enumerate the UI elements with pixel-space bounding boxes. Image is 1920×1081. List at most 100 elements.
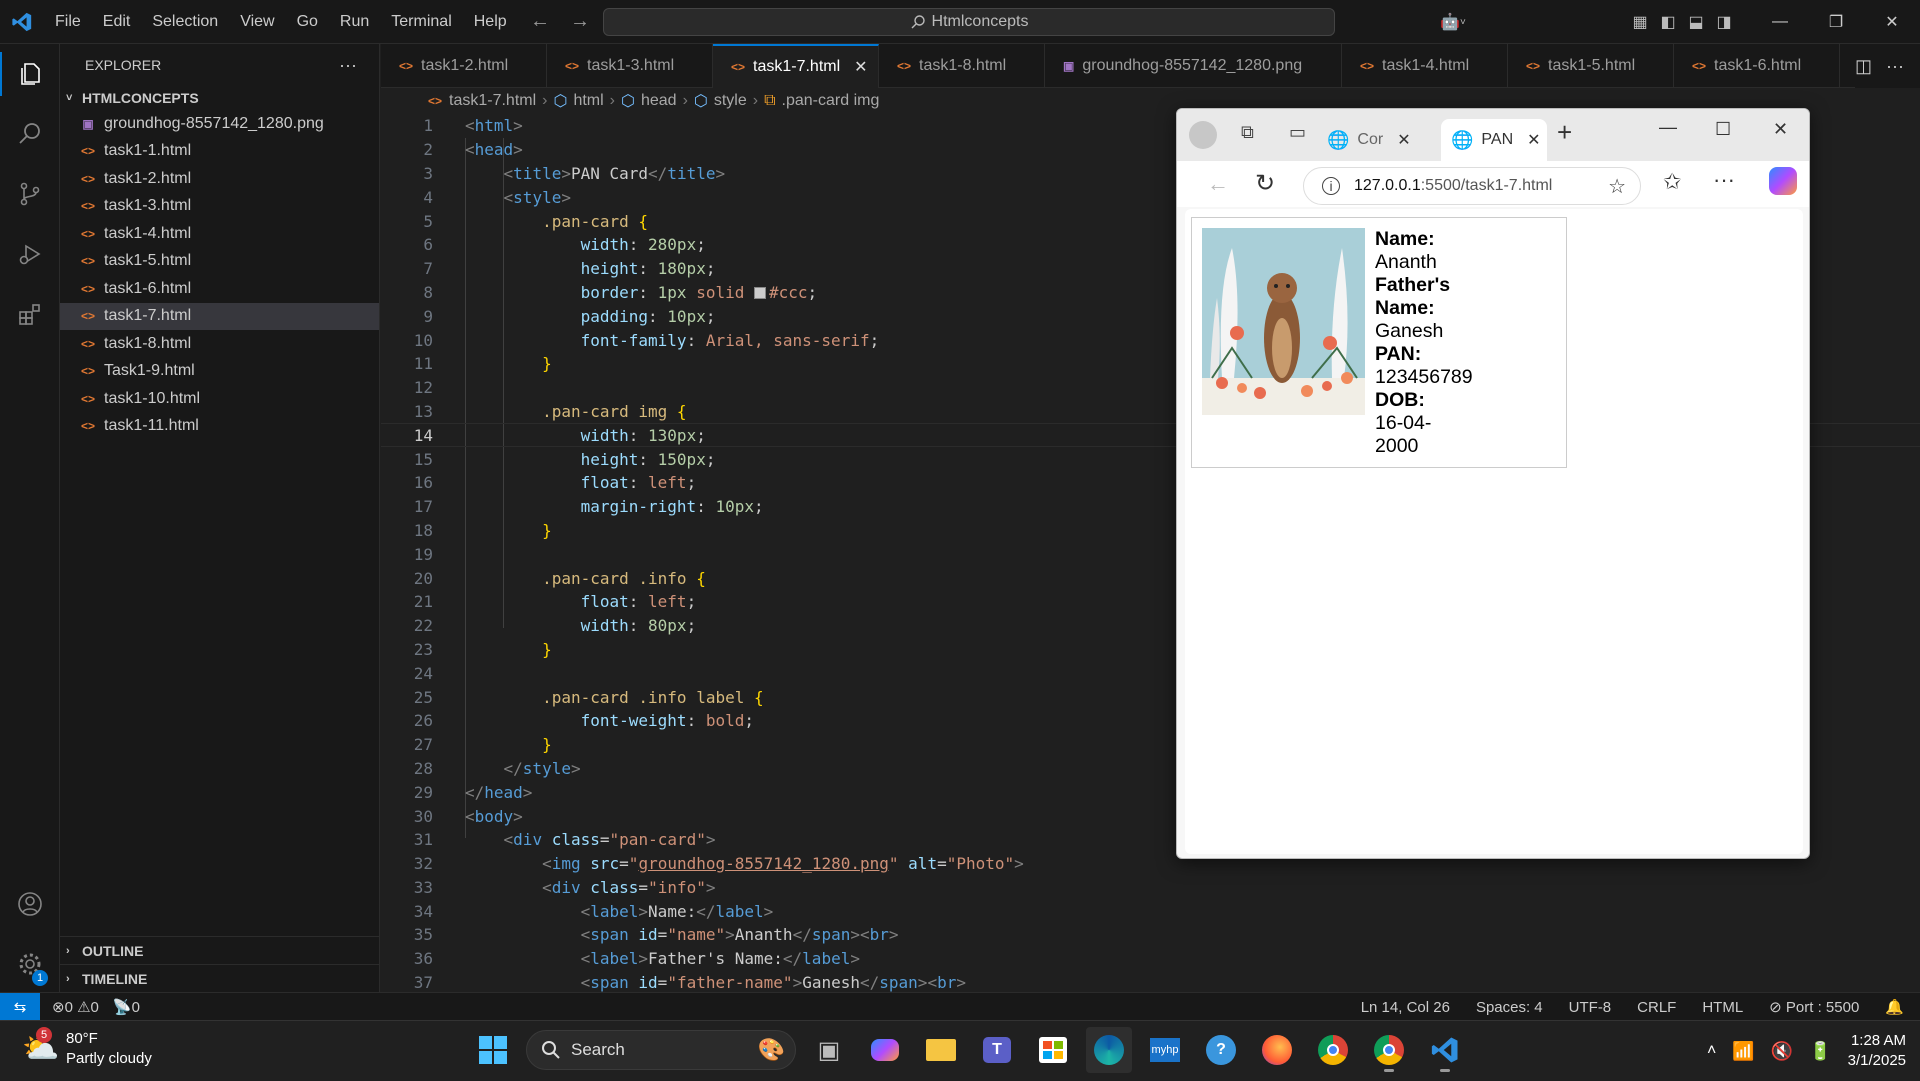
tab-close-icon[interactable]: ✕ bbox=[854, 57, 867, 77]
maximize-icon[interactable]: ☐ bbox=[1715, 119, 1731, 140]
code-line[interactable]: 35 <span id="name">Ananth</span><br> bbox=[381, 923, 1920, 947]
manage-gear-icon[interactable]: 1 bbox=[0, 934, 60, 994]
end-of-line[interactable]: CRLF bbox=[1637, 999, 1676, 1016]
menu-go[interactable]: Go bbox=[286, 0, 329, 44]
tab[interactable]: <> task1-2.html bbox=[381, 44, 547, 88]
store-icon[interactable] bbox=[1030, 1027, 1076, 1073]
file-item[interactable]: <> task1-2.html bbox=[60, 165, 379, 193]
file-item[interactable]: <> Task1-9.html bbox=[60, 358, 379, 386]
outline-section[interactable]: › OUTLINE bbox=[60, 936, 380, 964]
address-bar[interactable]: i 127.0.0.1:5500/task1-7.html ☆ bbox=[1303, 167, 1641, 205]
run-debug-icon[interactable] bbox=[0, 224, 60, 284]
indentation[interactable]: Spaces: 4 bbox=[1476, 999, 1543, 1016]
breadcrumb-item[interactable]: style bbox=[714, 92, 747, 110]
code-line[interactable]: 33 <div class="info"> bbox=[381, 876, 1920, 900]
breadcrumb-item[interactable]: .pan-card img bbox=[782, 92, 880, 110]
close-icon[interactable]: ✕ bbox=[1864, 0, 1920, 44]
code-line[interactable]: 37 <span id="father-name">Ganesh</span><… bbox=[381, 971, 1920, 995]
timeline-section[interactable]: › TIMELINE bbox=[60, 964, 380, 992]
tab[interactable]: <> task1-3.html bbox=[547, 44, 713, 88]
tab-actions-icon[interactable]: ▭ bbox=[1289, 122, 1306, 143]
file-item[interactable]: <> task1-8.html bbox=[60, 330, 379, 358]
taskbar-search[interactable]: Search 🎨 bbox=[526, 1030, 796, 1070]
problems-status[interactable]: ⊗0 ⚠0 bbox=[52, 998, 99, 1016]
file-item[interactable]: <> task1-10.html bbox=[60, 385, 379, 413]
notifications-bell-icon[interactable]: 🔔 bbox=[1885, 998, 1904, 1016]
folder-header[interactable]: ˅ HTMLCONCEPTS bbox=[60, 86, 379, 110]
command-center[interactable]: Htmlconcepts bbox=[603, 8, 1335, 36]
file-item-png[interactable]: ▣ groundhog-8557142_1280.png bbox=[60, 110, 379, 138]
browser-tab-inactive[interactable]: 🌐 Cor ✕ bbox=[1327, 119, 1411, 161]
weather-widget[interactable]: ⛅ 5 80°F Partly cloudy bbox=[22, 1027, 152, 1069]
breadcrumb-item[interactable]: task1-7.html bbox=[449, 92, 536, 110]
source-control-icon[interactable] bbox=[0, 164, 60, 224]
menu-run[interactable]: Run bbox=[329, 0, 380, 44]
live-server-port[interactable]: ⊘ Port : 5500 bbox=[1769, 998, 1859, 1016]
chevron-up-icon[interactable]: ˄ bbox=[1707, 1042, 1716, 1060]
menu-file[interactable]: File bbox=[44, 0, 92, 44]
toggle-sidebar-icon[interactable]: ◧ bbox=[1654, 0, 1682, 44]
profile-avatar[interactable] bbox=[1189, 121, 1217, 149]
tab[interactable]: <> task1-6.html bbox=[1674, 44, 1840, 88]
search-activity-icon[interactable] bbox=[0, 104, 60, 164]
language-mode[interactable]: HTML bbox=[1702, 999, 1743, 1016]
ports-status[interactable]: 📡0 bbox=[113, 998, 140, 1016]
firefox-icon[interactable] bbox=[1254, 1027, 1300, 1073]
tab[interactable]: <> task1-5.html bbox=[1508, 44, 1674, 88]
cursor-position[interactable]: Ln 14, Col 26 bbox=[1361, 999, 1450, 1016]
edge-browser-icon[interactable] bbox=[1086, 1027, 1132, 1073]
more-actions-icon[interactable]: ··· bbox=[339, 55, 357, 76]
workspaces-icon[interactable]: ⧉ bbox=[1241, 122, 1254, 143]
myhp-icon[interactable]: myhp bbox=[1142, 1027, 1188, 1073]
breadcrumb-item[interactable]: head bbox=[641, 92, 677, 110]
browser-tab-active[interactable]: 🌐 PAN ✕ bbox=[1441, 119, 1547, 161]
restore-icon[interactable]: ❐ bbox=[1808, 0, 1864, 44]
breadcrumb-item[interactable]: html bbox=[573, 92, 603, 110]
tab-close-icon[interactable]: ✕ bbox=[1527, 130, 1540, 150]
help-icon[interactable]: ? bbox=[1198, 1027, 1244, 1073]
accounts-icon[interactable] bbox=[0, 874, 60, 934]
file-item-selected[interactable]: <> task1-7.html bbox=[60, 302, 379, 330]
code-line[interactable]: 36 <label>Father's Name:</label> bbox=[381, 947, 1920, 971]
file-item[interactable]: <> task1-1.html bbox=[60, 138, 379, 166]
minimize-icon[interactable]: — bbox=[1659, 117, 1677, 138]
chrome-profile-icon[interactable] bbox=[1366, 1027, 1412, 1073]
new-tab-icon[interactable]: + bbox=[1557, 117, 1572, 148]
menu-view[interactable]: View bbox=[229, 0, 285, 44]
extensions-icon[interactable] bbox=[0, 284, 60, 344]
split-editor-icon[interactable]: ◫ bbox=[1855, 56, 1872, 77]
wifi-icon[interactable]: 📶 bbox=[1732, 1041, 1754, 1062]
tab-close-icon[interactable]: ✕ bbox=[1397, 130, 1410, 150]
menu-terminal[interactable]: Terminal bbox=[380, 0, 462, 44]
more-actions-icon[interactable]: ··· bbox=[1886, 56, 1904, 77]
back-arrow-icon[interactable]: ← bbox=[530, 10, 550, 33]
speaker-muted-icon[interactable]: 🔇 bbox=[1771, 1041, 1793, 1062]
code-line[interactable]: 34 <label>Name:</label> bbox=[381, 899, 1920, 923]
explorer-activity-icon[interactable] bbox=[0, 44, 60, 104]
file-item[interactable]: <> task1-5.html bbox=[60, 248, 379, 276]
forward-arrow-icon[interactable]: → bbox=[570, 10, 590, 33]
close-icon[interactable]: ✕ bbox=[1773, 119, 1788, 140]
menu-edit[interactable]: Edit bbox=[92, 0, 142, 44]
refresh-icon[interactable]: ↻ bbox=[1255, 169, 1275, 198]
menu-selection[interactable]: Selection bbox=[141, 0, 229, 44]
tab[interactable]: ▣ groundhog-8557142_1280.png bbox=[1045, 44, 1342, 88]
remote-icon[interactable]: ⇆ bbox=[0, 992, 40, 1021]
file-item[interactable]: <> task1-6.html bbox=[60, 275, 379, 303]
copilot-icon[interactable] bbox=[1769, 167, 1797, 195]
minimize-icon[interactable]: — bbox=[1752, 0, 1808, 44]
back-arrow-icon[interactable]: ← bbox=[1207, 171, 1229, 197]
copilot-app-icon[interactable] bbox=[862, 1027, 908, 1073]
tab[interactable]: <> task1-4.html bbox=[1342, 44, 1508, 88]
customize-layout-icon[interactable]: ▦ bbox=[1626, 0, 1654, 44]
favorites-icon[interactable]: ✩ bbox=[1663, 169, 1681, 195]
favorite-star-icon[interactable]: ☆ bbox=[1608, 174, 1626, 199]
toggle-secondary-sidebar-icon[interactable]: ◨ bbox=[1710, 0, 1738, 44]
task-view-icon[interactable]: ▣ bbox=[806, 1027, 852, 1073]
tab-active[interactable]: <> task1-7.html ✕ bbox=[713, 44, 879, 88]
encoding[interactable]: UTF-8 bbox=[1569, 999, 1612, 1016]
start-windows-icon[interactable] bbox=[470, 1027, 516, 1073]
file-explorer-icon[interactable] bbox=[918, 1027, 964, 1073]
more-icon[interactable]: ··· bbox=[1713, 167, 1735, 193]
clock[interactable]: 1:28 AM 3/1/2025 bbox=[1848, 1031, 1906, 1071]
